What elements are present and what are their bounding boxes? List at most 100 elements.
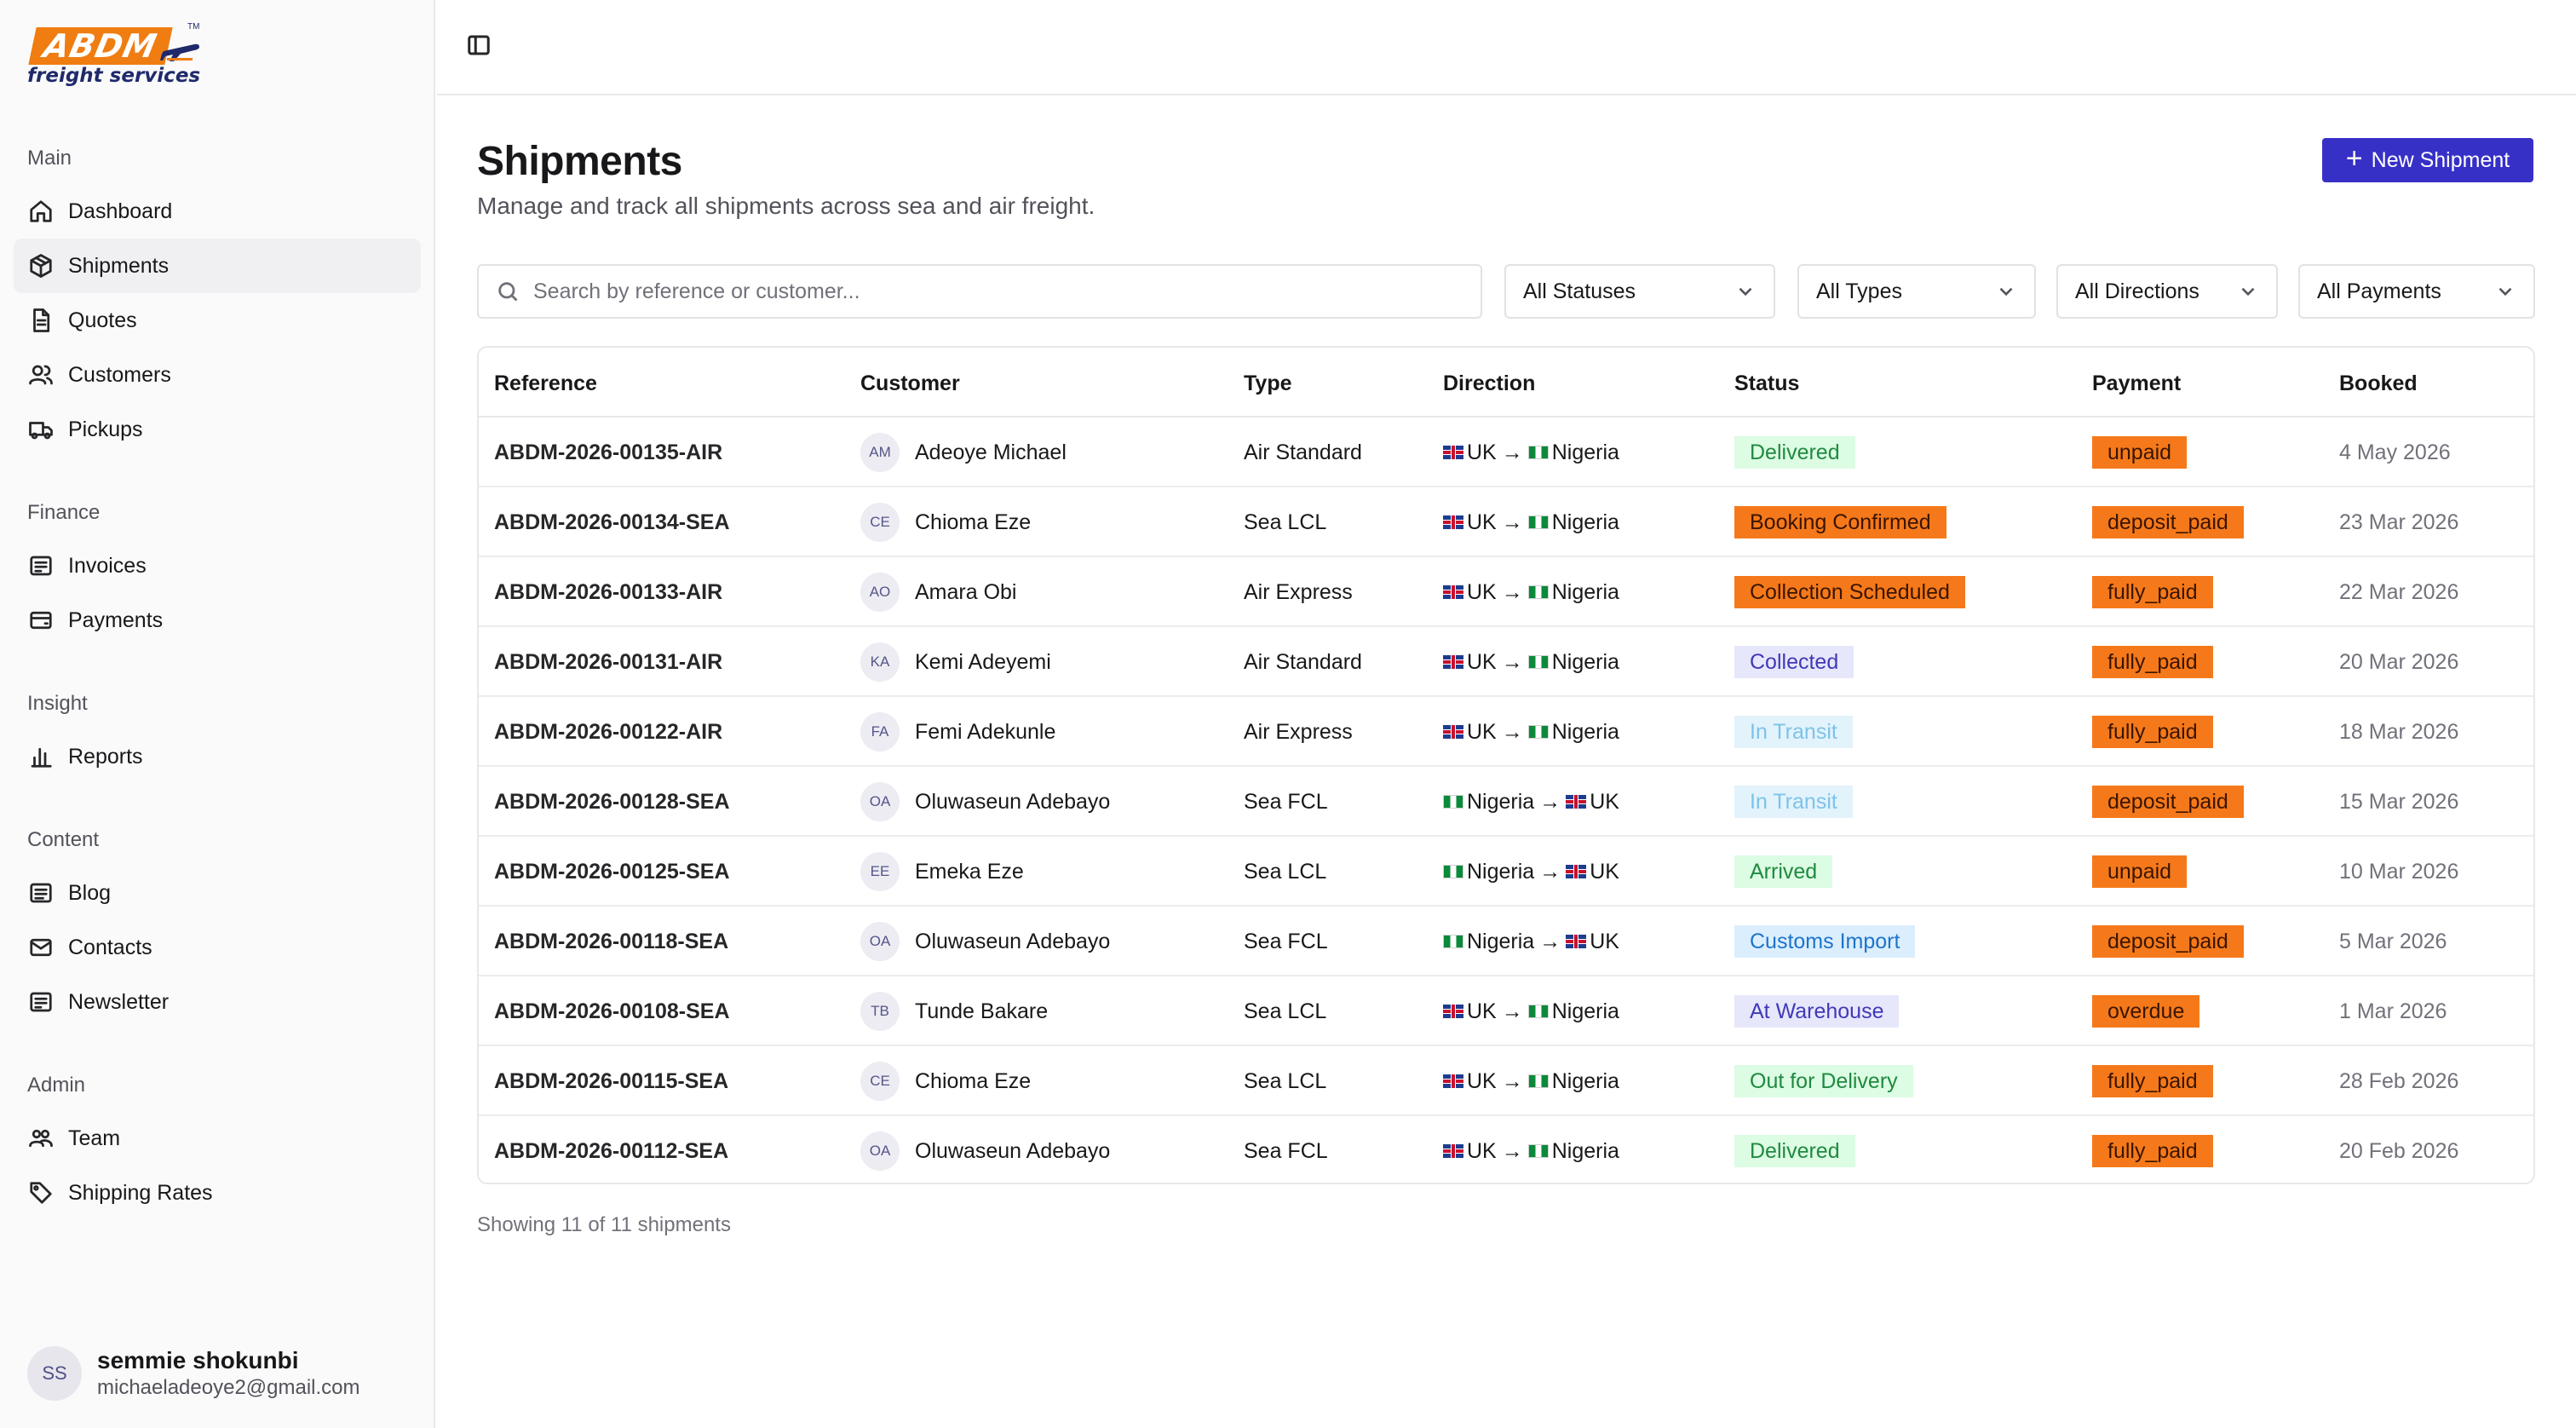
reference-cell[interactable]: ABDM-2026-00125-SEA [494, 837, 730, 907]
abdm-logo[interactable]: ABDM TM freight services [26, 22, 204, 94]
origin-country: UK [1467, 999, 1497, 1023]
reference-cell[interactable]: ABDM-2026-00108-SEA [494, 976, 730, 1046]
sidebar-item-newsletter[interactable]: Newsletter [14, 975, 421, 1029]
direction-filter-value: All Directions [2075, 279, 2199, 303]
reference-cell[interactable]: ABDM-2026-00131-AIR [494, 627, 722, 697]
chevron-down-icon [2241, 287, 2255, 297]
new-shipment-button[interactable]: + New Shipment [2322, 138, 2533, 182]
reference-cell[interactable]: ABDM-2026-00133-AIR [494, 557, 722, 627]
reference-cell[interactable]: ABDM-2026-00128-SEA [494, 767, 730, 837]
booked-date-cell: 10 Mar 2026 [2339, 859, 2459, 884]
customer-name: Tunde Bakare [915, 999, 1049, 1023]
table-row[interactable]: ABDM-2026-00108-SEA TB Tunde Bakare Sea LCL… [479, 976, 2533, 1046]
table-row[interactable]: ABDM-2026-00115-SEA CE Chioma Eze Sea LCL UK… [479, 1046, 2533, 1116]
destination-country: Nigeria [1551, 719, 1619, 744]
status-cell: At Warehouse [1734, 976, 1900, 1046]
arrow-right-icon: → [1501, 579, 1523, 604]
customer-cell: FA Femi Adekunle [860, 697, 1055, 767]
page-subtitle: Manage and track all shipments across se… [477, 193, 1095, 219]
type-cell: Sea LCL [1244, 859, 1327, 884]
reference-cell[interactable]: ABDM-2026-00115-SEA [494, 1046, 728, 1116]
column-header-type[interactable]: Type [1244, 371, 1292, 396]
reference-cell[interactable]: ABDM-2026-00134-SEA [494, 487, 730, 557]
nigeria-flag-icon [1443, 935, 1463, 948]
payment-badge: fully_paid [2092, 646, 2213, 678]
booked-date-cell: 4 May 2026 [2339, 440, 2451, 464]
sidebar-item-reports[interactable]: Reports [14, 729, 421, 784]
table-row[interactable]: ABDM-2026-00128-SEA OA Oluwaseun Adebayo Se… [479, 767, 2533, 837]
customer-name: Amara Obi [915, 579, 1017, 604]
column-header-customer[interactable]: Customer [860, 371, 960, 396]
column-header-reference[interactable]: Reference [494, 371, 597, 396]
reference-cell[interactable]: ABDM-2026-00135-AIR [494, 417, 722, 487]
table-row[interactable]: ABDM-2026-00131-AIR KA Kemi Adeyemi Air Sta… [479, 627, 2533, 697]
search-box[interactable] [477, 264, 1482, 319]
reference-cell[interactable]: ABDM-2026-00118-SEA [494, 907, 728, 976]
booked-date-cell: 15 Mar 2026 [2339, 789, 2459, 814]
sidebar-item-dashboard[interactable]: Dashboard [14, 184, 421, 239]
type-filter-select[interactable]: All Types [1797, 264, 2036, 319]
booked-date-cell: 28 Feb 2026 [2339, 1068, 2459, 1093]
table-row[interactable]: ABDM-2026-00122-AIR FA Femi Adekunle Air Ex… [479, 697, 2533, 767]
customer-name: Femi Adekunle [915, 719, 1056, 744]
column-header-status[interactable]: Status [1734, 371, 1799, 396]
sidebar-item-shipments[interactable]: Shipments [14, 239, 421, 293]
new-shipment-label: New Shipment [2371, 147, 2510, 172]
table-row[interactable]: ABDM-2026-00135-AIR AM Adeoye Michael Air S… [479, 417, 2533, 487]
sidebar-item-invoices[interactable]: Invoices [14, 538, 421, 593]
direction-cell: UK → Nigeria [1443, 976, 1619, 1046]
customer-name: Oluwaseun Adebayo [915, 929, 1111, 953]
table-row[interactable]: ABDM-2026-00112-SEA OA Oluwaseun Adebayo Se… [479, 1116, 2533, 1183]
table-row[interactable]: ABDM-2026-00134-SEA CE Chioma Eze Sea LCL UK… [479, 487, 2533, 557]
payment-badge: deposit_paid [2092, 506, 2244, 538]
reference-cell[interactable]: ABDM-2026-00122-AIR [494, 697, 722, 767]
column-header-direction[interactable]: Direction [1443, 371, 1535, 396]
table-header: Reference Customer Type Direction Status… [479, 348, 2533, 417]
customer-name: Adeoye Michael [915, 440, 1067, 464]
home-icon [27, 198, 55, 225]
sidebar-item-customers[interactable]: Customers [14, 348, 421, 402]
payment-filter-select[interactable]: All Payments [2298, 264, 2535, 319]
customer-cell: OA Oluwaseun Adebayo [860, 1116, 1110, 1183]
sidebar-item-contacts[interactable]: Contacts [14, 920, 421, 975]
customer-cell: EE Emeka Eze [860, 837, 1024, 907]
arrow-right-icon: → [1539, 789, 1561, 814]
table-row[interactable]: ABDM-2026-00118-SEA OA Oluwaseun Adebayo Se… [479, 907, 2533, 976]
origin-country: UK [1467, 719, 1497, 744]
sidebar-item-label: Customers [68, 362, 171, 387]
table-row[interactable]: ABDM-2026-00133-AIR AO Amara Obi Air Expres… [479, 557, 2533, 627]
sidebar: ABDM TM freight services Main Dashboard … [0, 0, 435, 1428]
search-input[interactable] [533, 279, 1453, 304]
sidebar-toggle-button[interactable] [466, 32, 495, 61]
avatar: CE [860, 503, 900, 542]
direction-filter-select[interactable]: All Directions [2056, 264, 2278, 319]
origin-country: Nigeria [1467, 929, 1535, 953]
reference-cell[interactable]: ABDM-2026-00112-SEA [494, 1116, 728, 1183]
sidebar-item-payments[interactable]: Payments [14, 593, 421, 648]
sidebar-item-label: Contacts [68, 935, 152, 959]
nigeria-flag-icon [1443, 865, 1463, 878]
type-cell: Sea FCL [1244, 789, 1328, 814]
sidebar-item-label: Newsletter [68, 989, 170, 1014]
column-header-booked[interactable]: Booked [2339, 371, 2418, 396]
user-profile[interactable]: SS semmie shokunbi michaeladeoye2@gmail.… [27, 1346, 360, 1401]
nigeria-flag-icon [1527, 655, 1549, 669]
direction-cell: UK → Nigeria [1443, 1116, 1619, 1183]
uk-flag-icon [1443, 585, 1463, 599]
avatar: FA [860, 712, 900, 751]
column-header-payment[interactable]: Payment [2092, 371, 2181, 396]
status-filter-select[interactable]: All Statuses [1504, 264, 1775, 319]
table-row[interactable]: ABDM-2026-00125-SEA EE Emeka Eze Sea LCL Nig… [479, 837, 2533, 907]
sidebar-item-pickups[interactable]: Pickups [14, 402, 421, 457]
sidebar-item-quotes[interactable]: Quotes [14, 293, 421, 348]
sidebar-item-team[interactable]: Team [14, 1111, 421, 1166]
sidebar-item-blog[interactable]: Blog [14, 866, 421, 920]
uk-flag-icon [1443, 1005, 1463, 1018]
customer-cell: CE Chioma Eze [860, 487, 1031, 557]
avatar: OA [860, 782, 900, 821]
payment-cell: deposit_paid [2092, 767, 2244, 837]
sidebar-item-label: Dashboard [68, 199, 173, 223]
sidebar-item-shipping-rates[interactable]: Shipping Rates [14, 1166, 421, 1220]
type-cell: Sea FCL [1244, 1138, 1328, 1163]
type-cell: Air Standard [1244, 440, 1362, 464]
